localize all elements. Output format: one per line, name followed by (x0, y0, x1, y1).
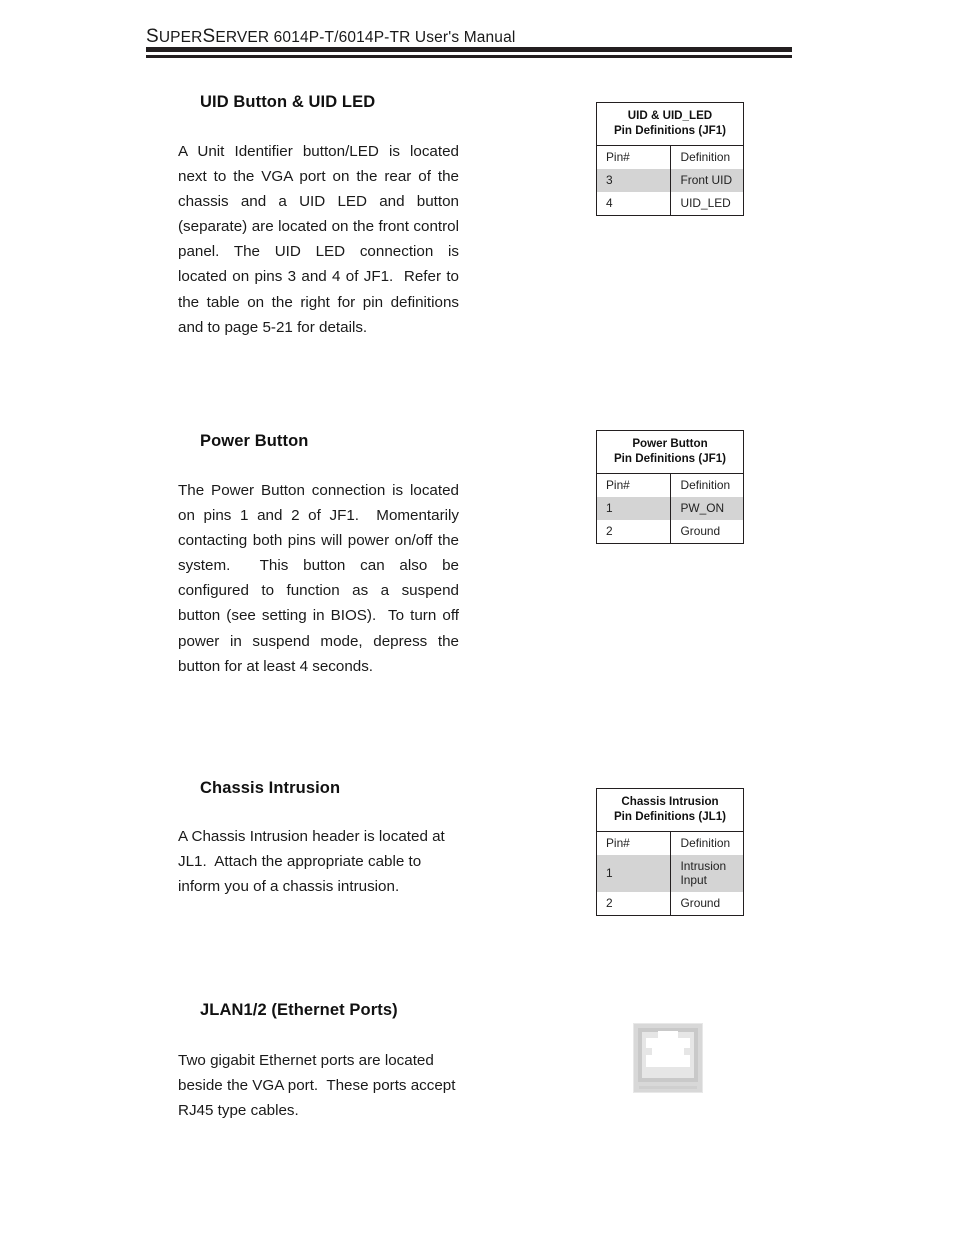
table-title-row: Power Button Pin Definitions (JF1) (597, 431, 743, 475)
table-title-line1: Power Button (632, 437, 708, 450)
section-body-power-button: The Power Button connection is located o… (178, 482, 468, 675)
table-title-line2: Pin Definitions (JL1) (613, 809, 727, 823)
column-header-pin: Pin# (597, 145, 671, 170)
cell-pin: 4 (597, 192, 671, 216)
table-row: 2 Ground (597, 892, 743, 916)
running-header: SUPERSERVER 6014P-T/6014P-TR User's Manu… (146, 26, 792, 48)
table-row: 1 Intrusion Input (597, 855, 743, 893)
manual-page: SUPERSERVER 6014P-T/6014P-TR User's Manu… (0, 0, 954, 1235)
table-title-cell: Power Button Pin Definitions (JF1) (597, 431, 743, 475)
header-title-s1: S (146, 26, 159, 47)
cell-definition: UID_LED (680, 196, 731, 211)
table-column-header-row: Pin# Definition (597, 831, 743, 856)
table-column-header-row: Pin# Definition (597, 145, 743, 170)
section-heading-power-button: Power Button (200, 432, 309, 450)
column-header-definition: Definition (670, 145, 743, 170)
column-header-pin: Pin# (597, 473, 671, 498)
column-header-pin: Pin# (597, 831, 671, 856)
rj45-keyed-opening (646, 1031, 690, 1071)
table-title-row: UID & UID_LED Pin Definitions (JF1) (597, 103, 743, 147)
cell-definition: Ground (680, 524, 721, 539)
section-heading-jlan-ethernet-ports: JLAN1/2 (Ethernet Ports) (200, 1001, 398, 1019)
section-heading-chassis-intrusion: Chassis Intrusion (200, 779, 341, 797)
table-title-row: Chassis Intrusion Pin Definitions (JL1) (597, 789, 743, 833)
cell-definition: PW_ON (670, 497, 743, 521)
cell-pin: 2 (597, 892, 671, 916)
section-body-jlan-ethernet-ports: Two gigabit Ethernet ports are located b… (178, 1052, 460, 1120)
header-title-s2: S (202, 26, 216, 47)
table-title-line2: Pin Definitions (JF1) (613, 123, 727, 137)
table-row: 1 PW_ON (597, 497, 743, 521)
header-title-uper: UPER (158, 29, 203, 46)
table-title-line1: UID & UID_LED (627, 109, 713, 122)
header-title-erver: ERVER (215, 29, 270, 46)
header-rule-thick (146, 47, 792, 52)
cell-definition: Front UID (670, 169, 743, 193)
section-body-chassis-intrusion: A Chassis Intrusion header is located at… (178, 828, 450, 896)
table-title-cell: Chassis Intrusion Pin Definitions (JL1) (597, 789, 743, 833)
table-row: 4 UID_LED (597, 192, 743, 216)
rj45-port-icon (633, 1023, 703, 1093)
pin-definitions-table-uid: UID & UID_LED Pin Definitions (JF1) Pin# … (596, 102, 744, 217)
column-header-definition: Definition (670, 831, 743, 856)
table-row: 2 Ground (597, 520, 743, 544)
table-row: 3 Front UID (597, 169, 743, 193)
pin-definitions-table-power-button: Power Button Pin Definitions (JF1) Pin# D… (596, 430, 744, 545)
table-column-header-row: Pin# Definition (597, 473, 743, 498)
cell-pin: 1 (597, 855, 671, 893)
rj45-base-edge (639, 1086, 697, 1089)
cell-definition: Intrusion Input (670, 855, 743, 893)
cell-definition: Ground (680, 896, 721, 911)
cell-pin: 2 (597, 520, 671, 544)
table-title-cell: UID & UID_LED Pin Definitions (JF1) (597, 103, 743, 147)
column-header-definition: Definition (670, 473, 743, 498)
table-title-line1: Chassis Intrusion (621, 795, 719, 808)
section-body-uid-button: A Unit Identifier button/LED is located … (178, 143, 464, 336)
cell-pin: 1 (597, 497, 671, 521)
header-title-model: 6014P-T/6014P-TR User's Manual (269, 29, 516, 46)
header-title: SUPERSERVER 6014P-T/6014P-TR User's Manu… (146, 26, 792, 48)
header-rule-thin (146, 55, 792, 58)
pin-definitions-table-chassis-intrusion: Chassis Intrusion Pin Definitions (JL1) P… (596, 788, 744, 917)
table-title-line2: Pin Definitions (JF1) (613, 451, 727, 465)
section-heading-uid-button: UID Button & UID LED (200, 93, 376, 111)
cell-pin: 3 (597, 169, 671, 193)
